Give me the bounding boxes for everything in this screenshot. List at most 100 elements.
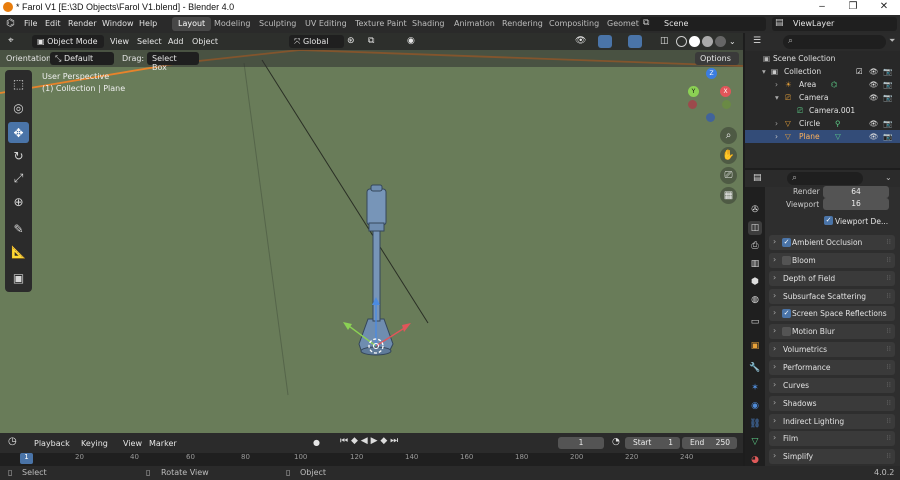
jump-start-icon[interactable]: ⏮ [340,436,348,446]
gizmo-toggle-icon[interactable] [598,35,612,48]
overlay-toggle-icon[interactable] [628,35,642,48]
timeline-menu-view[interactable]: View [123,439,142,448]
expand-chevron-icon[interactable]: › [775,119,778,128]
outliner-editor-icon[interactable]: ☰ [753,36,761,46]
ambient-occlusion-checkbox[interactable]: ✓ [782,238,791,247]
panel-subsurface-scattering[interactable]: › Subsurface Scattering ⁞⁞ [769,289,895,304]
panel-indirect-lighting[interactable]: › Indirect Lighting ⁞⁞ [769,414,895,429]
motion-blur-checkbox[interactable] [782,327,791,336]
drag-grip-icon[interactable]: ⁞⁞ [887,381,891,389]
mode-selector[interactable]: ▣ Object Mode [32,35,104,48]
panel-film[interactable]: › Film ⁞⁞ [769,431,895,446]
play-icon[interactable]: ▶ [371,436,378,446]
drag-grip-icon[interactable]: ⁞⁞ [887,417,891,425]
expand-chevron-icon[interactable]: ▾ [762,67,766,76]
camera-render-icon[interactable]: 📷 [883,67,892,76]
workspace-tab-rendering[interactable]: Rendering [496,17,549,31]
eye-icon[interactable]: 👁 [869,67,879,76]
workspace-tab-texture-paint[interactable]: Texture Paint [349,17,413,31]
drag-grip-icon[interactable]: ⁞⁞ [887,399,891,407]
panel-shadows[interactable]: › Shadows ⁞⁞ [769,396,895,411]
physics-tab-icon[interactable]: ◉ [748,399,762,413]
camera-render-icon[interactable]: 📷 [883,119,892,128]
maximize-button[interactable]: ❐ [839,0,867,15]
drag-grip-icon[interactable]: ⁞⁞ [887,256,891,264]
eye-icon[interactable]: 👁 [869,119,879,128]
panel-motion-blur[interactable]: › Motion Blur ⁞⁞ [769,324,895,339]
cursor-icon[interactable]: ◎ [8,97,29,118]
rotate-icon[interactable]: ↻ [8,145,29,166]
panel-bloom[interactable]: › Bloom ⁞⁞ [769,253,895,268]
menu-render[interactable]: Render [68,19,96,28]
drag-grip-icon[interactable]: ⁞⁞ [887,452,891,460]
viewport-denoise-checkbox[interactable]: ✓ [824,216,833,225]
drag-selector[interactable]: Select Box [147,52,199,72]
editor-type-icon[interactable]: ⌖ [8,35,14,46]
world-tab-icon[interactable]: ◍ [748,293,762,307]
workspace-tab-sculpting[interactable]: Sculpting [253,17,302,31]
outliner-row-area[interactable]: › ☀ Area ⌬ 👁 📷 [745,78,900,91]
outliner-row-camera[interactable]: ▾ ⎚ Camera 👁 📷 [745,91,900,104]
add-cube-icon[interactable]: ▣ [8,267,29,288]
measure-icon[interactable]: 📐 [8,241,29,262]
collection-tab-icon[interactable]: ▭ [748,315,762,329]
move-icon[interactable]: ✥ [8,122,29,143]
navigation-gizmo[interactable]: Z Y X [686,68,736,124]
viewport-samples-field[interactable]: 16 [823,198,889,210]
viewport-menu-add[interactable]: Add [168,37,184,46]
properties-editor-icon[interactable]: ▤ [753,173,762,183]
orientation-selector[interactable]: ⤡ Default [50,52,114,65]
chevron-down-icon[interactable]: ⌄ [885,173,892,182]
expand-chevron-icon[interactable]: ▾ [775,93,779,102]
drag-grip-icon[interactable]: ⁞⁞ [887,274,891,282]
gizmo-z-axis[interactable]: Z [706,68,717,79]
minimize-button[interactable]: – [808,0,836,15]
annotate-icon[interactable]: ✎ [8,218,29,239]
drag-grip-icon[interactable]: ⁞⁞ [887,434,891,442]
camera-render-icon[interactable]: 📷 [883,93,892,102]
playhead[interactable]: 1 [20,453,33,464]
shading-options-chevron-icon[interactable]: ⌄ [729,37,736,46]
timeline-menu-marker[interactable]: Marker [149,439,177,448]
workspace-tab-uv-editing[interactable]: UV Editing [299,17,353,31]
gizmo-x-axis[interactable]: X [720,86,731,97]
outliner-row-collection[interactable]: ▾ ▣ Collection ☑ 👁 📷 [745,65,900,78]
drag-grip-icon[interactable]: ⁞⁞ [887,363,891,371]
expand-chevron-icon[interactable]: › [775,132,778,141]
workspace-tab-layout[interactable]: Layout [172,17,212,31]
drag-grip-icon[interactable]: ⁞⁞ [887,327,891,335]
transform-orientation-selector[interactable]: ⤧ Global [289,35,344,48]
transform-icon[interactable]: ⊕ [8,191,29,212]
drag-grip-icon[interactable]: ⁞⁞ [887,238,891,246]
next-key-icon[interactable]: ◆ [380,436,387,446]
outliner-row-scene-collection[interactable]: ▣ Scene Collection [745,52,900,65]
render-tab-icon[interactable]: ◫ [748,221,762,235]
panel-ambient-occlusion[interactable]: › ✓ Ambient Occlusion ⁞⁞ [769,235,895,250]
view-layer-selector[interactable]: ▤ ViewLayer [772,17,897,31]
wireframe-shading-icon[interactable] [676,36,687,47]
modifier-tab-icon[interactable]: 🔧 [748,361,762,375]
blender-menu-icon[interactable]: ⌬ [6,18,15,29]
timeline-ruler[interactable]: 1 20 40 60 80 100 120 140 160 180 200 22… [0,453,743,466]
panel-depth-of-field[interactable]: › Depth of Field ⁞⁞ [769,271,895,286]
workspace-tab-modeling[interactable]: Modeling [208,17,256,31]
eye-icon[interactable]: 👁 [869,93,879,102]
record-icon[interactable]: ● [313,438,320,447]
close-button[interactable]: ✕ [870,0,898,15]
data-tab-icon[interactable]: ▽ [748,435,762,449]
outliner-row-circle[interactable]: › ▽ Circle ⚲ 👁 📷 [745,117,900,130]
output-tab-icon[interactable]: ⎙ [748,239,762,253]
panel-performance[interactable]: › Performance ⁞⁞ [769,360,895,375]
camera-render-icon[interactable]: 📷 [883,132,892,141]
snap-icon[interactable]: ⧉ [368,36,374,46]
object-tab-icon[interactable]: ▣ [748,339,762,353]
prev-key-icon[interactable]: ◆ [351,436,358,446]
gizmo-neg-x[interactable] [688,100,697,109]
tool-tab-icon[interactable]: ✇ [748,203,762,217]
workspace-tab-shading[interactable]: Shading [406,17,451,31]
scene-tab-icon[interactable]: ⬢ [748,275,762,289]
camera-view-icon[interactable]: ⎚ [720,167,737,184]
panel-curves[interactable]: › Curves ⁞⁞ [769,378,895,393]
eye-icon[interactable]: 👁 [869,132,879,141]
viewport-menu-select[interactable]: Select [137,37,162,46]
